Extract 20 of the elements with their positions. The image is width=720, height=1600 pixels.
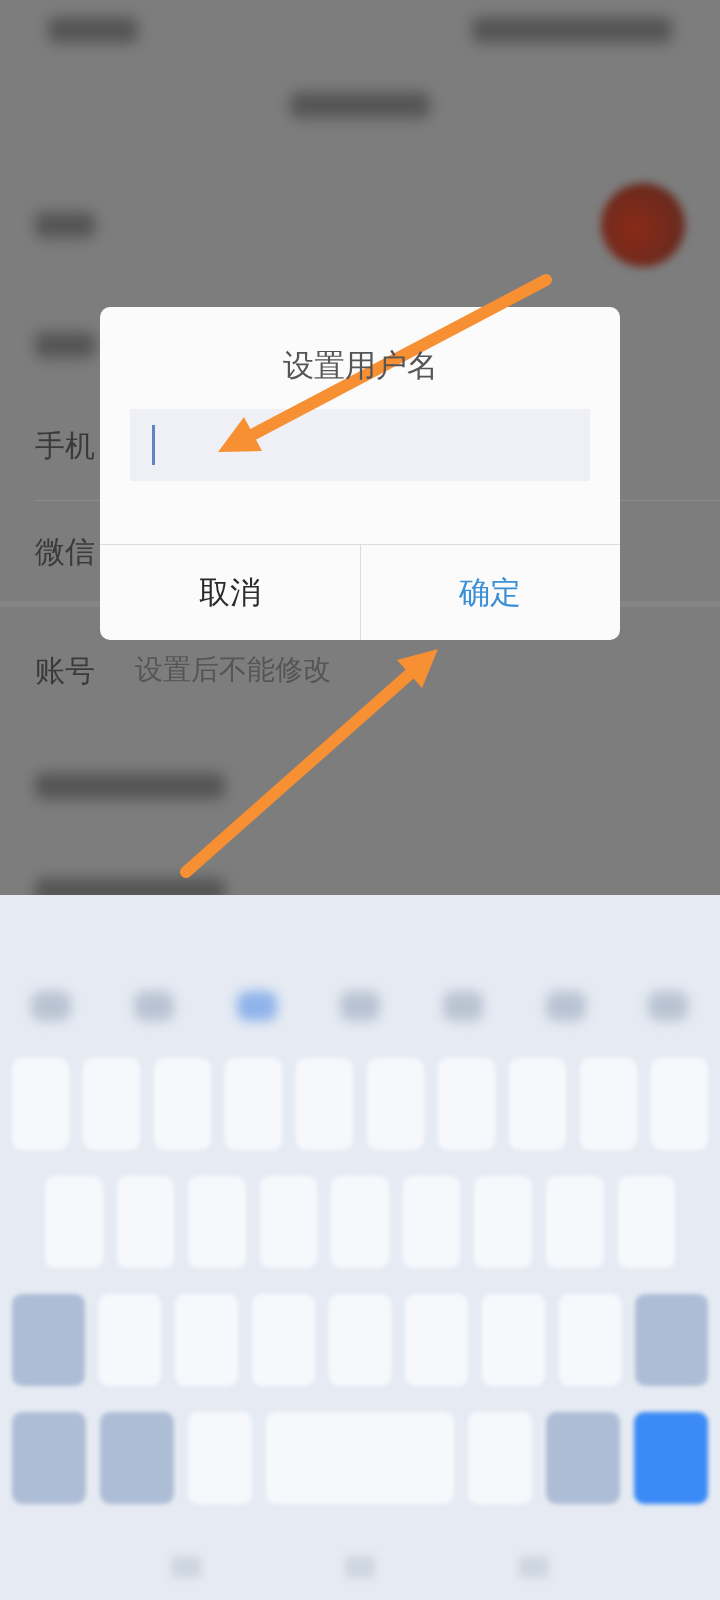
toolbar-icon[interactable] [31, 991, 72, 1021]
toolbar-icon[interactable] [134, 991, 175, 1021]
keyboard-key[interactable] [12, 1294, 85, 1386]
row-label: 账号 [35, 651, 95, 690]
keyboard-key[interactable] [545, 1412, 620, 1504]
toolbar-icon[interactable] [648, 991, 689, 1021]
toolbar-icon[interactable] [339, 991, 380, 1021]
keyboard-key[interactable] [633, 1412, 709, 1504]
keyboard-key[interactable] [100, 1412, 175, 1504]
toolbar-icon[interactable] [237, 991, 278, 1021]
keyboard-key[interactable] [12, 1412, 87, 1504]
row-label: 手机 [35, 426, 95, 465]
cancel-button[interactable]: 取消 [100, 545, 360, 640]
blurred-text [35, 212, 95, 238]
keyboard-key[interactable] [635, 1294, 708, 1386]
toolbar-icon[interactable] [442, 991, 483, 1021]
blurred-text [35, 332, 95, 358]
input-field[interactable] [130, 409, 590, 482]
toolbar-icon[interactable] [545, 991, 586, 1021]
row-label: 微信 [35, 532, 95, 571]
